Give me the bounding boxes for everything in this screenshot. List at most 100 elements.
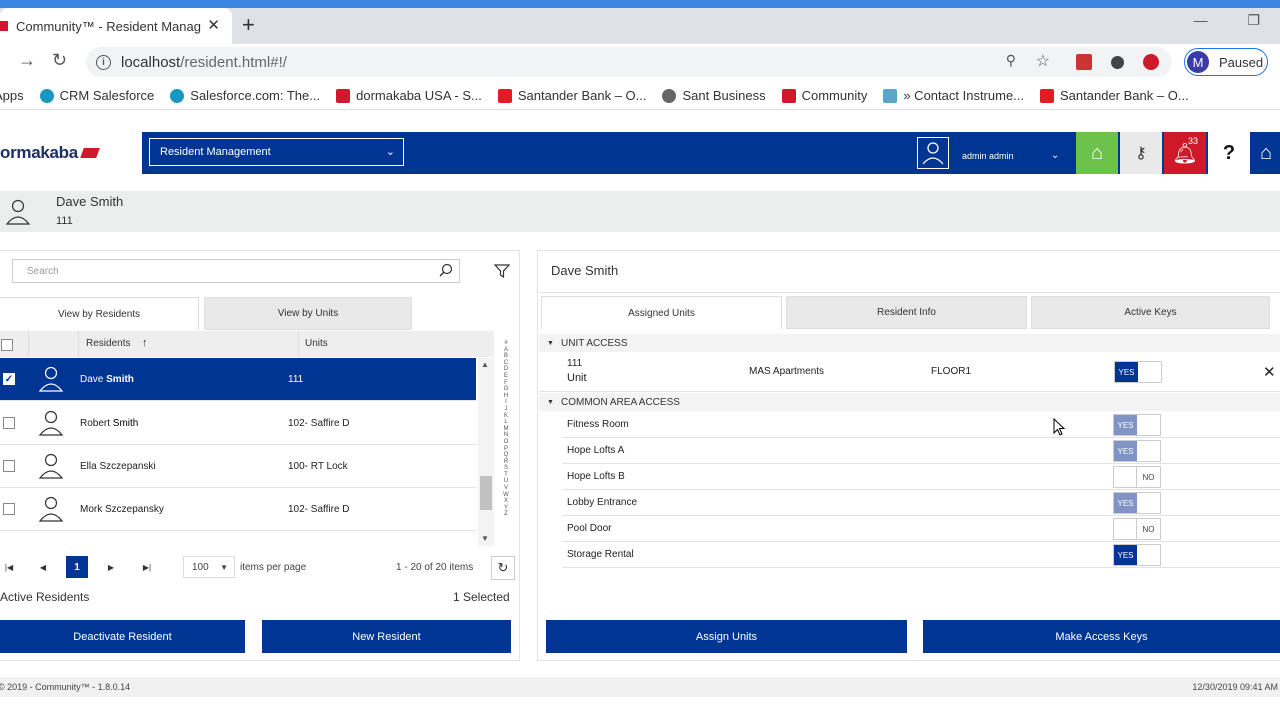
- row-checkbox[interactable]: ✓: [3, 373, 15, 385]
- collapse-icon[interactable]: ▼: [547, 340, 554, 347]
- bookmark-star-icon[interactable]: ☆: [1036, 51, 1050, 71]
- alpha-letter[interactable]: J: [500, 406, 512, 413]
- forward-icon[interactable]: →: [18, 50, 36, 71]
- zoom-icon[interactable]: ⚲: [1006, 52, 1016, 69]
- new-resident-button[interactable]: New Resident: [262, 620, 511, 653]
- area-access-toggle[interactable]: YES: [1113, 414, 1161, 436]
- keys-button[interactable]: ⚷: [1120, 132, 1162, 174]
- alpha-letter[interactable]: A: [500, 347, 512, 354]
- alpha-letter[interactable]: #: [500, 340, 512, 347]
- profile-button[interactable]: M Paused: [1184, 48, 1268, 76]
- alpha-letter[interactable]: K: [500, 413, 512, 420]
- first-page-icon[interactable]: |◀: [0, 556, 20, 578]
- refresh-icon[interactable]: ↻: [491, 556, 515, 580]
- scroll-up-icon[interactable]: ▲: [481, 360, 489, 369]
- alpha-letter[interactable]: P: [500, 446, 512, 453]
- alpha-letter[interactable]: Q: [500, 452, 512, 459]
- alpha-letter[interactable]: V: [500, 485, 512, 492]
- unit-access-toggle[interactable]: YES: [1114, 361, 1162, 383]
- tab-active-keys[interactable]: Active Keys: [1031, 296, 1270, 329]
- alpha-letter[interactable]: W: [500, 492, 512, 499]
- collapse-icon[interactable]: ▼: [547, 399, 554, 406]
- column-residents[interactable]: Residents: [86, 338, 130, 349]
- new-tab-icon[interactable]: +: [242, 12, 255, 38]
- alpha-letter[interactable]: U: [500, 478, 512, 485]
- alpha-letter[interactable]: F: [500, 380, 512, 387]
- browser-tab[interactable]: Community™ - Resident Manage ✕: [0, 8, 232, 44]
- page-size-select[interactable]: 100 ▼: [183, 556, 235, 578]
- filter-icon[interactable]: [493, 263, 511, 284]
- notifications-button[interactable]: 🔔︎: [1164, 132, 1206, 174]
- pdf-extension-icon[interactable]: [1076, 54, 1092, 70]
- alpha-letter[interactable]: T: [500, 472, 512, 479]
- remove-unit-icon[interactable]: ✕: [1263, 363, 1276, 381]
- alpha-letter[interactable]: H: [500, 393, 512, 400]
- tab-view-by-units[interactable]: View by Units: [204, 297, 412, 330]
- make-access-keys-button[interactable]: Make Access Keys: [923, 620, 1280, 653]
- alphabet-index[interactable]: # A B C D E F G H I J K L M N O P Q R S T U V W X Y Z: [500, 340, 512, 518]
- bookmark-sant-business[interactable]: Sant Business: [662, 88, 766, 103]
- row-checkbox[interactable]: [3, 460, 15, 472]
- module-select[interactable]: Resident Management ⌄: [149, 138, 404, 166]
- extension-circle-icon[interactable]: [1111, 56, 1124, 69]
- alpha-letter[interactable]: E: [500, 373, 512, 380]
- last-page-icon[interactable]: ▶|: [136, 556, 158, 578]
- column-units[interactable]: Units: [305, 338, 328, 349]
- tab-close-icon[interactable]: ✕: [207, 16, 220, 34]
- user-menu-chevron-icon[interactable]: ⌄: [1051, 150, 1059, 161]
- alpha-letter[interactable]: O: [500, 439, 512, 446]
- bookmark-apps[interactable]: Apps: [0, 88, 24, 103]
- table-row[interactable]: Ella Szczepanski 100- RT Lock: [0, 445, 476, 488]
- bookmark-crm-salesforce[interactable]: CRM Salesforce: [39, 88, 154, 103]
- alpha-letter[interactable]: D: [500, 366, 512, 373]
- help-button[interactable]: ?: [1208, 132, 1250, 174]
- deactivate-resident-button[interactable]: Deactivate Resident: [0, 620, 245, 653]
- common-area-section[interactable]: ▼ COMMON AREA ACCESS: [539, 393, 1280, 411]
- restore-icon[interactable]: ❐: [1247, 12, 1260, 29]
- table-row[interactable]: ✓ Dave Smith 111: [0, 358, 476, 401]
- area-access-toggle[interactable]: YES: [1113, 492, 1161, 514]
- key-encoder-button[interactable]: ⌂: [1076, 132, 1118, 174]
- unit-access-section[interactable]: ▼ UNIT ACCESS: [539, 334, 1280, 352]
- alpha-letter[interactable]: M: [500, 426, 512, 433]
- page-number[interactable]: 1: [66, 556, 88, 578]
- alpha-letter[interactable]: C: [500, 360, 512, 367]
- alpha-letter[interactable]: S: [500, 465, 512, 472]
- alpha-letter[interactable]: G: [500, 386, 512, 393]
- user-avatar-icon[interactable]: [917, 137, 949, 169]
- tab-assigned-units[interactable]: Assigned Units: [541, 296, 782, 329]
- area-access-toggle[interactable]: NO: [1113, 466, 1161, 488]
- minimize-icon[interactable]: —: [1193, 12, 1207, 29]
- alpha-letter[interactable]: Y: [500, 505, 512, 512]
- select-all-checkbox[interactable]: [1, 339, 13, 351]
- tab-view-by-residents[interactable]: View by Residents: [0, 297, 199, 330]
- table-scrollbar[interactable]: ▲ ▼: [478, 358, 494, 546]
- bookmark-salesforce[interactable]: Salesforce.com: The...: [170, 88, 320, 103]
- scroll-thumb[interactable]: [480, 476, 492, 510]
- area-access-toggle[interactable]: NO: [1113, 518, 1161, 540]
- bookmark-santander-1[interactable]: Santander Bank – O...: [497, 88, 646, 103]
- search-input[interactable]: Search: [12, 259, 460, 283]
- red-extension-icon[interactable]: [1143, 54, 1159, 70]
- sort-up-icon[interactable]: ↑: [142, 337, 148, 349]
- table-row[interactable]: Mork Szczepansky 102- Saffire D: [0, 488, 476, 531]
- alpha-letter[interactable]: L: [500, 419, 512, 426]
- user-name[interactable]: admin admin: [962, 151, 1014, 161]
- alpha-letter[interactable]: R: [500, 459, 512, 466]
- alpha-letter[interactable]: N: [500, 432, 512, 439]
- tab-resident-info[interactable]: Resident Info: [786, 296, 1027, 329]
- alpha-letter[interactable]: X: [500, 498, 512, 505]
- alpha-letter[interactable]: B: [500, 353, 512, 360]
- search-icon[interactable]: [439, 263, 453, 277]
- bookmark-dormakaba[interactable]: dormakaba USA - S...: [336, 88, 482, 103]
- assign-units-button[interactable]: Assign Units: [546, 620, 907, 653]
- table-row[interactable]: Robert Smith 102- Saffire D: [0, 402, 476, 445]
- alpha-letter[interactable]: Z: [500, 511, 512, 518]
- address-bar[interactable]: i localhost/resident.html#!/ ⚲ ☆: [86, 47, 1172, 77]
- scroll-down-icon[interactable]: ▼: [481, 534, 489, 543]
- reload-icon[interactable]: ↻: [52, 50, 67, 71]
- row-checkbox[interactable]: [3, 503, 15, 515]
- next-page-icon[interactable]: ▶: [100, 556, 122, 578]
- row-checkbox[interactable]: [3, 417, 15, 429]
- site-info-icon[interactable]: i: [96, 54, 111, 70]
